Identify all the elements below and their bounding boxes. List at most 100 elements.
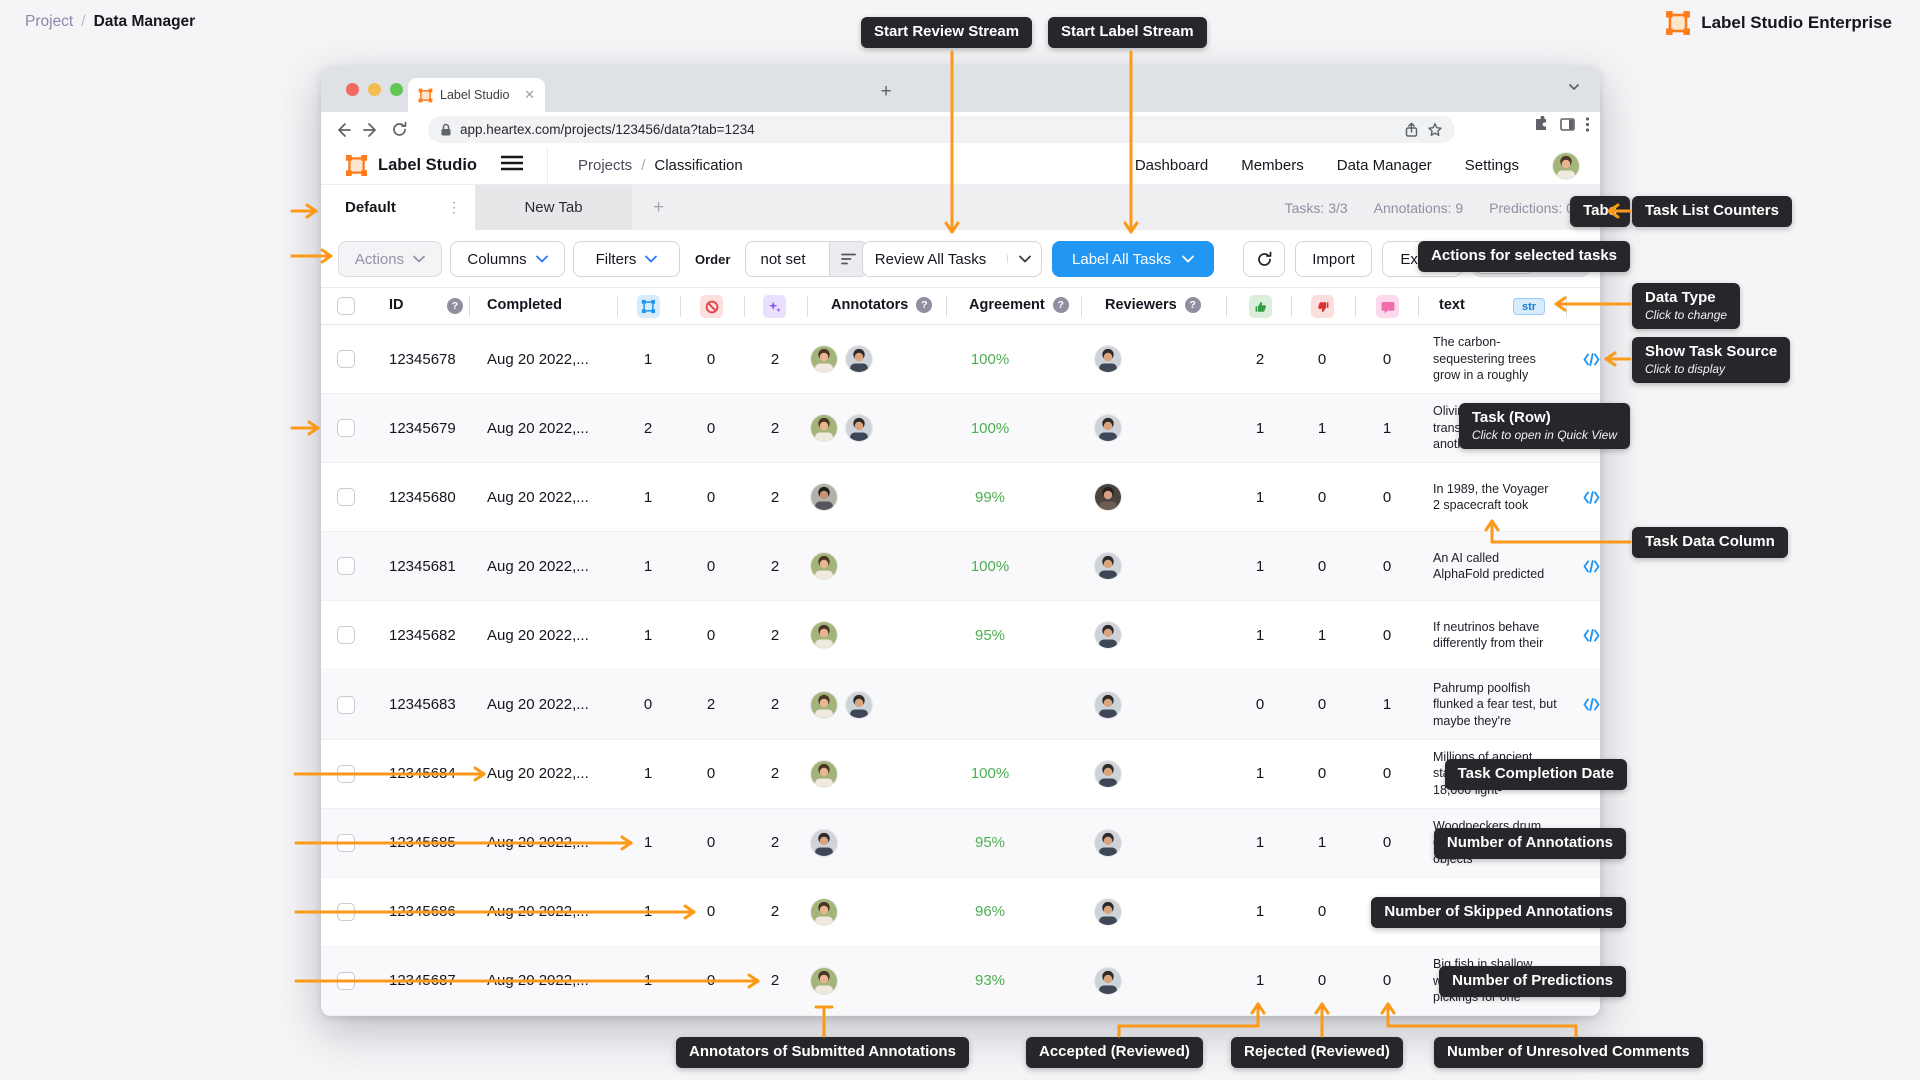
review-all-tasks-split-button[interactable]: Review All Tasks [862, 241, 1042, 277]
task-annotators [810, 532, 930, 600]
task-row[interactable]: 12345683 Aug 20 2022,... 0 2 2 0 0 1 Pah… [321, 671, 1600, 740]
nav-data-manager[interactable]: Data Manager [1337, 157, 1432, 174]
label-options-chevron[interactable] [1182, 255, 1194, 263]
hamburger-menu-icon[interactable] [501, 155, 523, 176]
task-checkbox[interactable] [337, 488, 355, 506]
sidebar-toggle-icon[interactable] [1559, 116, 1576, 133]
task-row[interactable]: 12345684 Aug 20 2022,... 1 0 2 100% 1 0 … [321, 740, 1600, 809]
zoom-window-button[interactable] [390, 83, 403, 96]
review-all-tasks-button[interactable]: Review All Tasks [863, 251, 998, 268]
skipped-annotations-icon[interactable] [700, 295, 723, 318]
column-header-completed[interactable]: Completed [487, 297, 562, 313]
column-header-id[interactable]: ID [389, 297, 404, 313]
task-checkbox[interactable] [337, 903, 355, 921]
unresolved-comments-icon[interactable] [1376, 295, 1399, 318]
view-tab-new-tab[interactable]: New Tab [475, 185, 632, 230]
task-row[interactable]: 12345681 Aug 20 2022,... 1 0 2 100% 1 0 … [321, 532, 1600, 601]
predictions-count-icon[interactable] [763, 295, 786, 318]
label-studio-logo-icon[interactable] [345, 154, 368, 177]
task-checkbox[interactable] [337, 626, 355, 644]
task-reviewers [1094, 463, 1174, 531]
reload-button[interactable] [385, 117, 413, 143]
callout-comments: Number of Unresolved Comments [1434, 1037, 1703, 1068]
review-options-chevron[interactable] [1007, 255, 1041, 263]
breadcrumb-projects-link[interactable]: Projects [578, 157, 632, 174]
bookmark-star-icon[interactable] [1427, 122, 1443, 138]
share-icon[interactable] [1404, 122, 1419, 138]
rejected-reviews-icon[interactable] [1311, 295, 1334, 318]
task-checkbox[interactable] [337, 419, 355, 437]
extensions-puzzle-icon[interactable] [1533, 116, 1550, 133]
task-checkbox[interactable] [337, 557, 355, 575]
task-checkbox[interactable] [337, 350, 355, 368]
annotations-count-icon[interactable] [637, 295, 660, 318]
column-header-annotators[interactable]: Annotators? [831, 297, 932, 313]
show-source-code-icon[interactable] [1573, 325, 1600, 393]
new-tab-button[interactable]: + [873, 81, 899, 103]
task-annotations-count: 1 [628, 878, 668, 946]
task-comments-count: 0 [1367, 325, 1407, 393]
agreement-help-icon[interactable]: ? [1053, 297, 1069, 313]
column-header-text[interactable]: text [1439, 297, 1465, 313]
refresh-button[interactable] [1243, 241, 1285, 277]
annotated-screenshot: Project / Data Manager Label Studio Ente… [0, 0, 1920, 1080]
address-bar[interactable]: app.heartex.com/projects/123456/data?tab… [428, 116, 1455, 143]
tab-options-dots-icon[interactable]: ⋮ [447, 205, 461, 210]
task-row[interactable]: 12345679 Aug 20 2022,... 2 0 2 100% 1 1 … [321, 394, 1600, 463]
reviewers-help-icon[interactable]: ? [1185, 297, 1201, 313]
annotators-help-icon[interactable]: ? [916, 297, 932, 313]
user-avatar[interactable] [1552, 152, 1580, 180]
task-checkbox[interactable] [337, 972, 355, 990]
annotator-avatar [810, 621, 838, 649]
show-source-code-icon[interactable] [1573, 532, 1600, 600]
order-value[interactable]: not set [746, 251, 820, 268]
task-checkbox[interactable] [337, 696, 355, 714]
task-row[interactable]: 12345687 Aug 20 2022,... 1 0 2 93% 1 0 0… [321, 947, 1600, 1016]
column-header-reviewers[interactable]: Reviewers? [1105, 297, 1201, 313]
select-all-checkbox[interactable] [337, 297, 355, 315]
filters-dropdown[interactable]: Filters [573, 241, 680, 277]
minimize-window-button[interactable] [368, 83, 381, 96]
browser-tab[interactable]: Label Studio ✕ [408, 78, 545, 112]
nav-members[interactable]: Members [1241, 157, 1304, 174]
task-agreement [930, 671, 1050, 739]
data-type-badge[interactable]: str [1513, 298, 1545, 315]
task-comments-count: 1 [1367, 671, 1407, 739]
forward-button[interactable] [357, 117, 385, 143]
view-tab-default[interactable]: Default ⋮ [321, 185, 475, 230]
task-checkbox[interactable] [337, 834, 355, 852]
columns-dropdown[interactable]: Columns [450, 241, 565, 277]
task-annotations-count: 1 [628, 325, 668, 393]
columns-label: Columns [467, 251, 526, 268]
browser-menu-icon[interactable] [1585, 116, 1590, 133]
task-row[interactable]: 12345682 Aug 20 2022,... 1 0 2 95% 1 1 0… [321, 601, 1600, 670]
show-source-code-icon[interactable] [1573, 671, 1600, 739]
label-all-tasks-button[interactable]: Label All Tasks [1052, 241, 1214, 277]
import-button[interactable]: Import [1295, 241, 1372, 277]
task-annotations-count: 1 [628, 740, 668, 808]
close-window-button[interactable] [346, 83, 359, 96]
add-view-tab-button[interactable]: + [653, 197, 664, 219]
task-row[interactable]: 12345678 Aug 20 2022,... 1 0 2 100% 2 0 … [321, 325, 1600, 394]
show-source-code-icon[interactable] [1573, 601, 1600, 669]
id-help-icon[interactable]: ? [447, 298, 463, 314]
task-rejected-count: 0 [1302, 532, 1342, 600]
callout-task-data-column: Task Data Column [1632, 527, 1788, 558]
nav-dashboard[interactable]: Dashboard [1135, 157, 1208, 174]
task-row[interactable]: 12345685 Aug 20 2022,... 1 0 2 95% 1 1 0… [321, 809, 1600, 878]
actions-dropdown[interactable]: Actions [338, 241, 442, 277]
accepted-reviews-icon[interactable] [1249, 295, 1272, 318]
task-annotators [810, 601, 930, 669]
nav-settings[interactable]: Settings [1465, 157, 1519, 174]
tab-strip-chevron-icon[interactable] [1566, 79, 1582, 100]
column-header-agreement[interactable]: Agreement? [969, 297, 1069, 313]
task-id: 12345687 [389, 947, 484, 1015]
tab-close-icon[interactable]: ✕ [524, 87, 535, 103]
task-skipped-count: 0 [691, 809, 731, 877]
order-control[interactable]: not set [745, 241, 868, 277]
breadcrumb-parent[interactable]: Project [25, 13, 73, 31]
task-row[interactable]: 12345680 Aug 20 2022,... 1 0 2 99% 1 0 0… [321, 463, 1600, 532]
task-checkbox[interactable] [337, 765, 355, 783]
show-source-code-icon[interactable] [1573, 463, 1600, 531]
back-button[interactable] [329, 117, 357, 143]
